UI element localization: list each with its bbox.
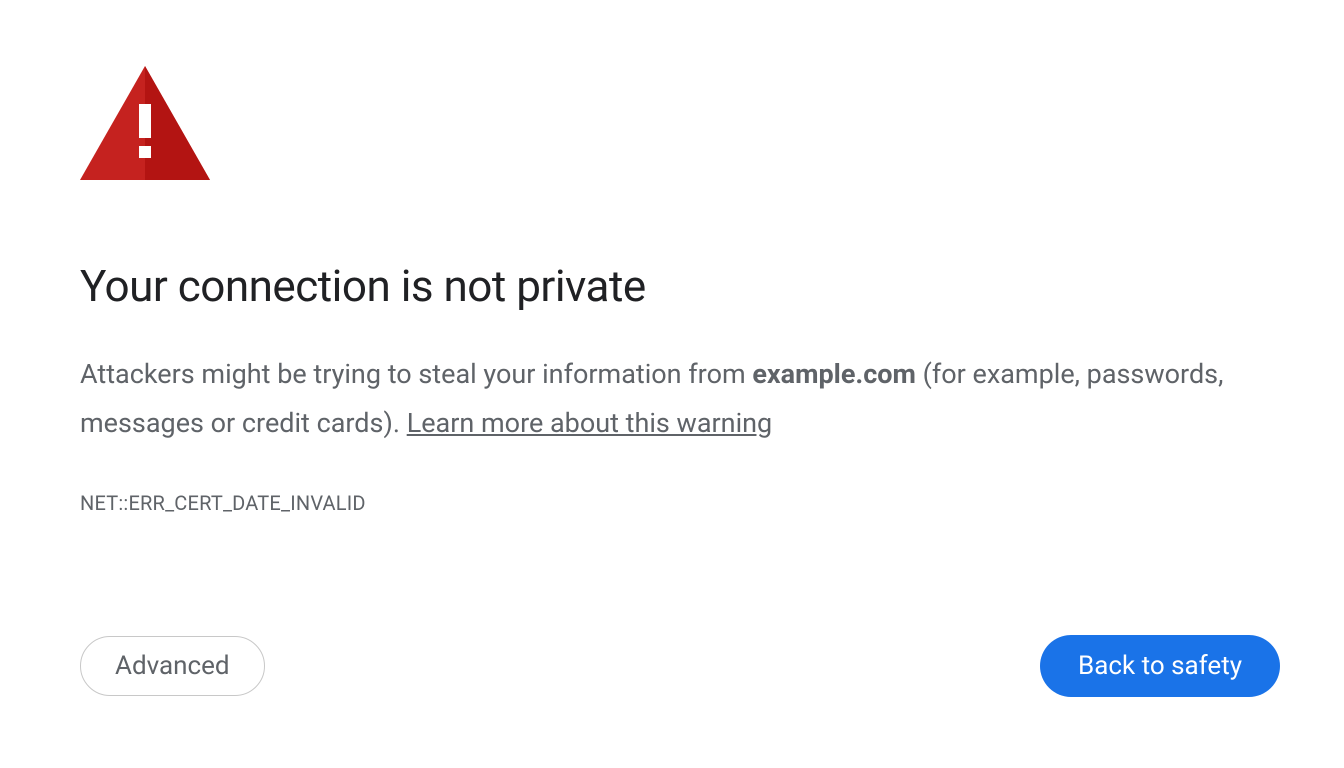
warning-body: Attackers might be trying to steal your … xyxy=(80,350,1240,447)
error-code: NET::ERR_CERT_DATE_INVALID xyxy=(80,491,1280,515)
warning-prefix: Attackers might be trying to steal your … xyxy=(80,358,752,390)
back-to-safety-button[interactable]: Back to safety xyxy=(1040,635,1280,697)
button-row: Advanced Back to safety xyxy=(80,635,1280,697)
warning-triangle-icon xyxy=(80,66,210,180)
warning-host: example.com xyxy=(752,358,916,390)
advanced-button[interactable]: Advanced xyxy=(80,636,265,696)
page-title: Your connection is not private xyxy=(80,260,1280,312)
learn-more-link[interactable]: Learn more about this warning xyxy=(407,407,773,439)
